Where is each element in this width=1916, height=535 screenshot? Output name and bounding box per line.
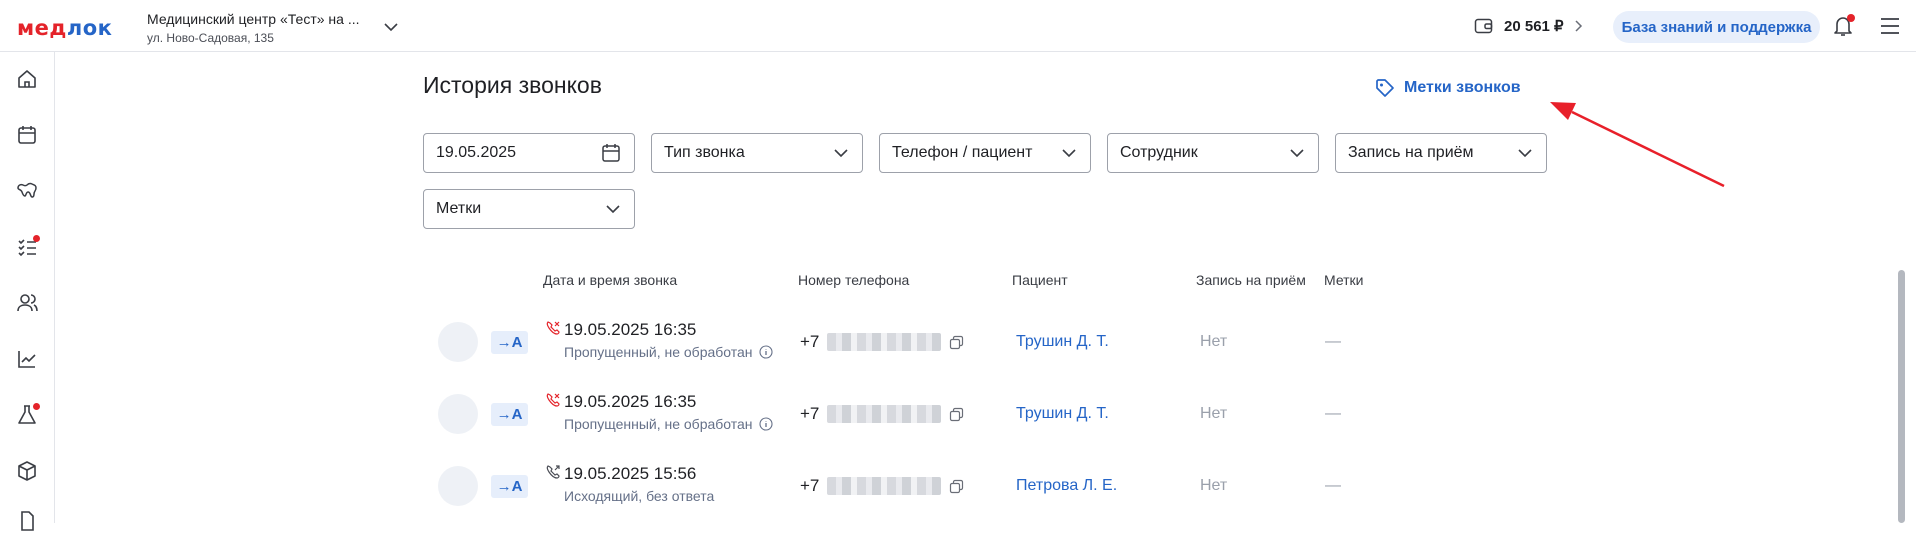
annotation-arrow xyxy=(1550,102,1725,188)
scrollbar-thumb[interactable] xyxy=(1898,270,1905,523)
